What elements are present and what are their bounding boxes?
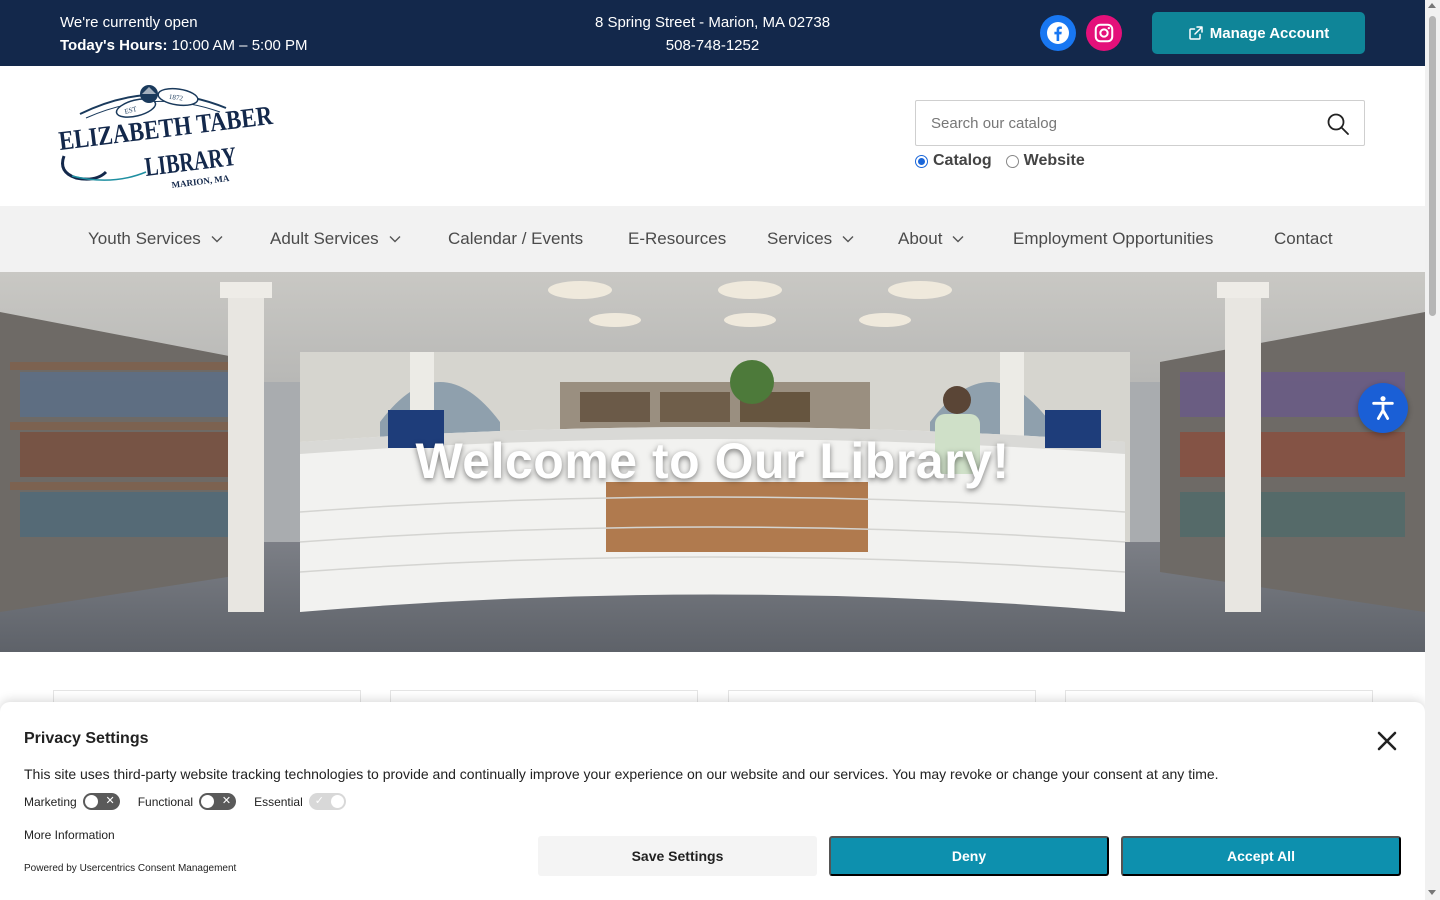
toggle-label-functional: Functional xyxy=(137,794,194,809)
deny-button[interactable]: Deny xyxy=(829,836,1109,876)
check-icon: ✓ xyxy=(314,795,324,807)
instagram-link[interactable] xyxy=(1086,15,1122,51)
hero-title: Welcome to Our Library! xyxy=(415,433,1010,489)
chevron-down-icon xyxy=(952,236,964,243)
hours-block: We're currently open Today's Hours: 10:0… xyxy=(60,11,308,57)
more-information-link[interactable]: More Information xyxy=(24,828,115,842)
nav-about[interactable]: About xyxy=(898,206,964,272)
privacy-description: This site uses third-party website track… xyxy=(24,766,1219,782)
search-icon[interactable] xyxy=(1326,112,1350,136)
accept-all-button[interactable]: Accept All xyxy=(1121,836,1401,876)
privacy-title: Privacy Settings xyxy=(24,730,149,747)
catalog-search xyxy=(915,100,1365,146)
nav-e-resources[interactable]: E-Resources xyxy=(628,206,726,272)
manage-account-label: Manage Account xyxy=(1209,24,1330,42)
powered-by: Powered by Usercentrics Consent Manageme… xyxy=(24,863,237,874)
open-status: We're currently open xyxy=(60,14,198,31)
phone[interactable]: 508-748-1252 xyxy=(560,34,865,57)
scope-catalog[interactable]: Catalog xyxy=(915,152,992,170)
chevron-down-icon xyxy=(389,236,401,243)
save-settings-button[interactable]: Save Settings xyxy=(538,836,817,876)
nav-calendar-events[interactable]: Calendar / Events xyxy=(448,206,583,272)
facebook-icon xyxy=(1047,22,1069,44)
accessibility-icon xyxy=(1372,396,1394,420)
external-link-icon xyxy=(1189,26,1203,40)
search-scope: Catalog Website xyxy=(915,152,1085,170)
toggle-label-essential: Essential xyxy=(254,794,303,809)
toggle-label-marketing: Marketing xyxy=(24,794,77,809)
nav-youth-services[interactable]: Youth Services xyxy=(88,206,223,272)
consent-toggles: Marketing ✕ Functional ✕ Essential ✓ xyxy=(24,793,364,810)
site-header: EST 1872 ELIZABETH TABER LIBRARY MARION,… xyxy=(0,66,1425,206)
hours-label: Today's Hours: xyxy=(60,37,168,54)
page-scrollbar[interactable] xyxy=(1425,0,1440,900)
top-bar: We're currently open Today's Hours: 10:0… xyxy=(0,0,1425,66)
nav-contact[interactable]: Contact xyxy=(1274,206,1333,272)
privacy-settings-banner: Privacy Settings This site uses third-pa… xyxy=(0,702,1425,900)
radio-website[interactable] xyxy=(1005,154,1019,168)
search-input[interactable] xyxy=(916,101,1316,145)
marketing-toggle[interactable]: ✕ xyxy=(82,793,120,810)
essential-toggle: ✓ xyxy=(308,793,346,810)
address[interactable]: 8 Spring Street - Marion, MA 02738 xyxy=(560,11,865,34)
x-icon: ✕ xyxy=(105,795,115,807)
radio-catalog[interactable] xyxy=(915,154,928,168)
main-nav: Youth Services Adult Services Calendar /… xyxy=(0,206,1425,272)
nav-employment[interactable]: Employment Opportunities xyxy=(1013,206,1213,272)
contact-block: 8 Spring Street - Marion, MA 02738 508-7… xyxy=(560,11,865,57)
scroll-thumb[interactable] xyxy=(1429,16,1436,316)
x-icon: ✕ xyxy=(221,795,232,807)
library-logo[interactable]: EST 1872 ELIZABETH TABER LIBRARY MARION,… xyxy=(57,80,280,192)
hours-value: 10:00 AM – 5:00 PM xyxy=(171,37,308,54)
close-icon[interactable] xyxy=(1376,730,1398,752)
facebook-link[interactable] xyxy=(1040,15,1076,51)
scroll-down-arrow[interactable] xyxy=(1428,890,1436,895)
manage-account-button[interactable]: Manage Account xyxy=(1152,12,1365,54)
logo-graphic: EST 1872 ELIZABETH TABER LIBRARY MARION,… xyxy=(57,85,275,190)
hero-banner: Welcome to Our Library! xyxy=(0,272,1425,652)
nav-services[interactable]: Services xyxy=(767,206,854,272)
instagram-icon xyxy=(1094,23,1114,43)
chevron-down-icon xyxy=(842,236,854,243)
scroll-up-arrow[interactable] xyxy=(1428,3,1436,8)
chevron-down-icon xyxy=(211,236,223,243)
accessibility-button[interactable] xyxy=(1358,383,1408,433)
nav-adult-services[interactable]: Adult Services xyxy=(270,206,401,272)
scope-website[interactable]: Website xyxy=(1005,152,1085,170)
functional-toggle[interactable]: ✕ xyxy=(199,793,237,810)
